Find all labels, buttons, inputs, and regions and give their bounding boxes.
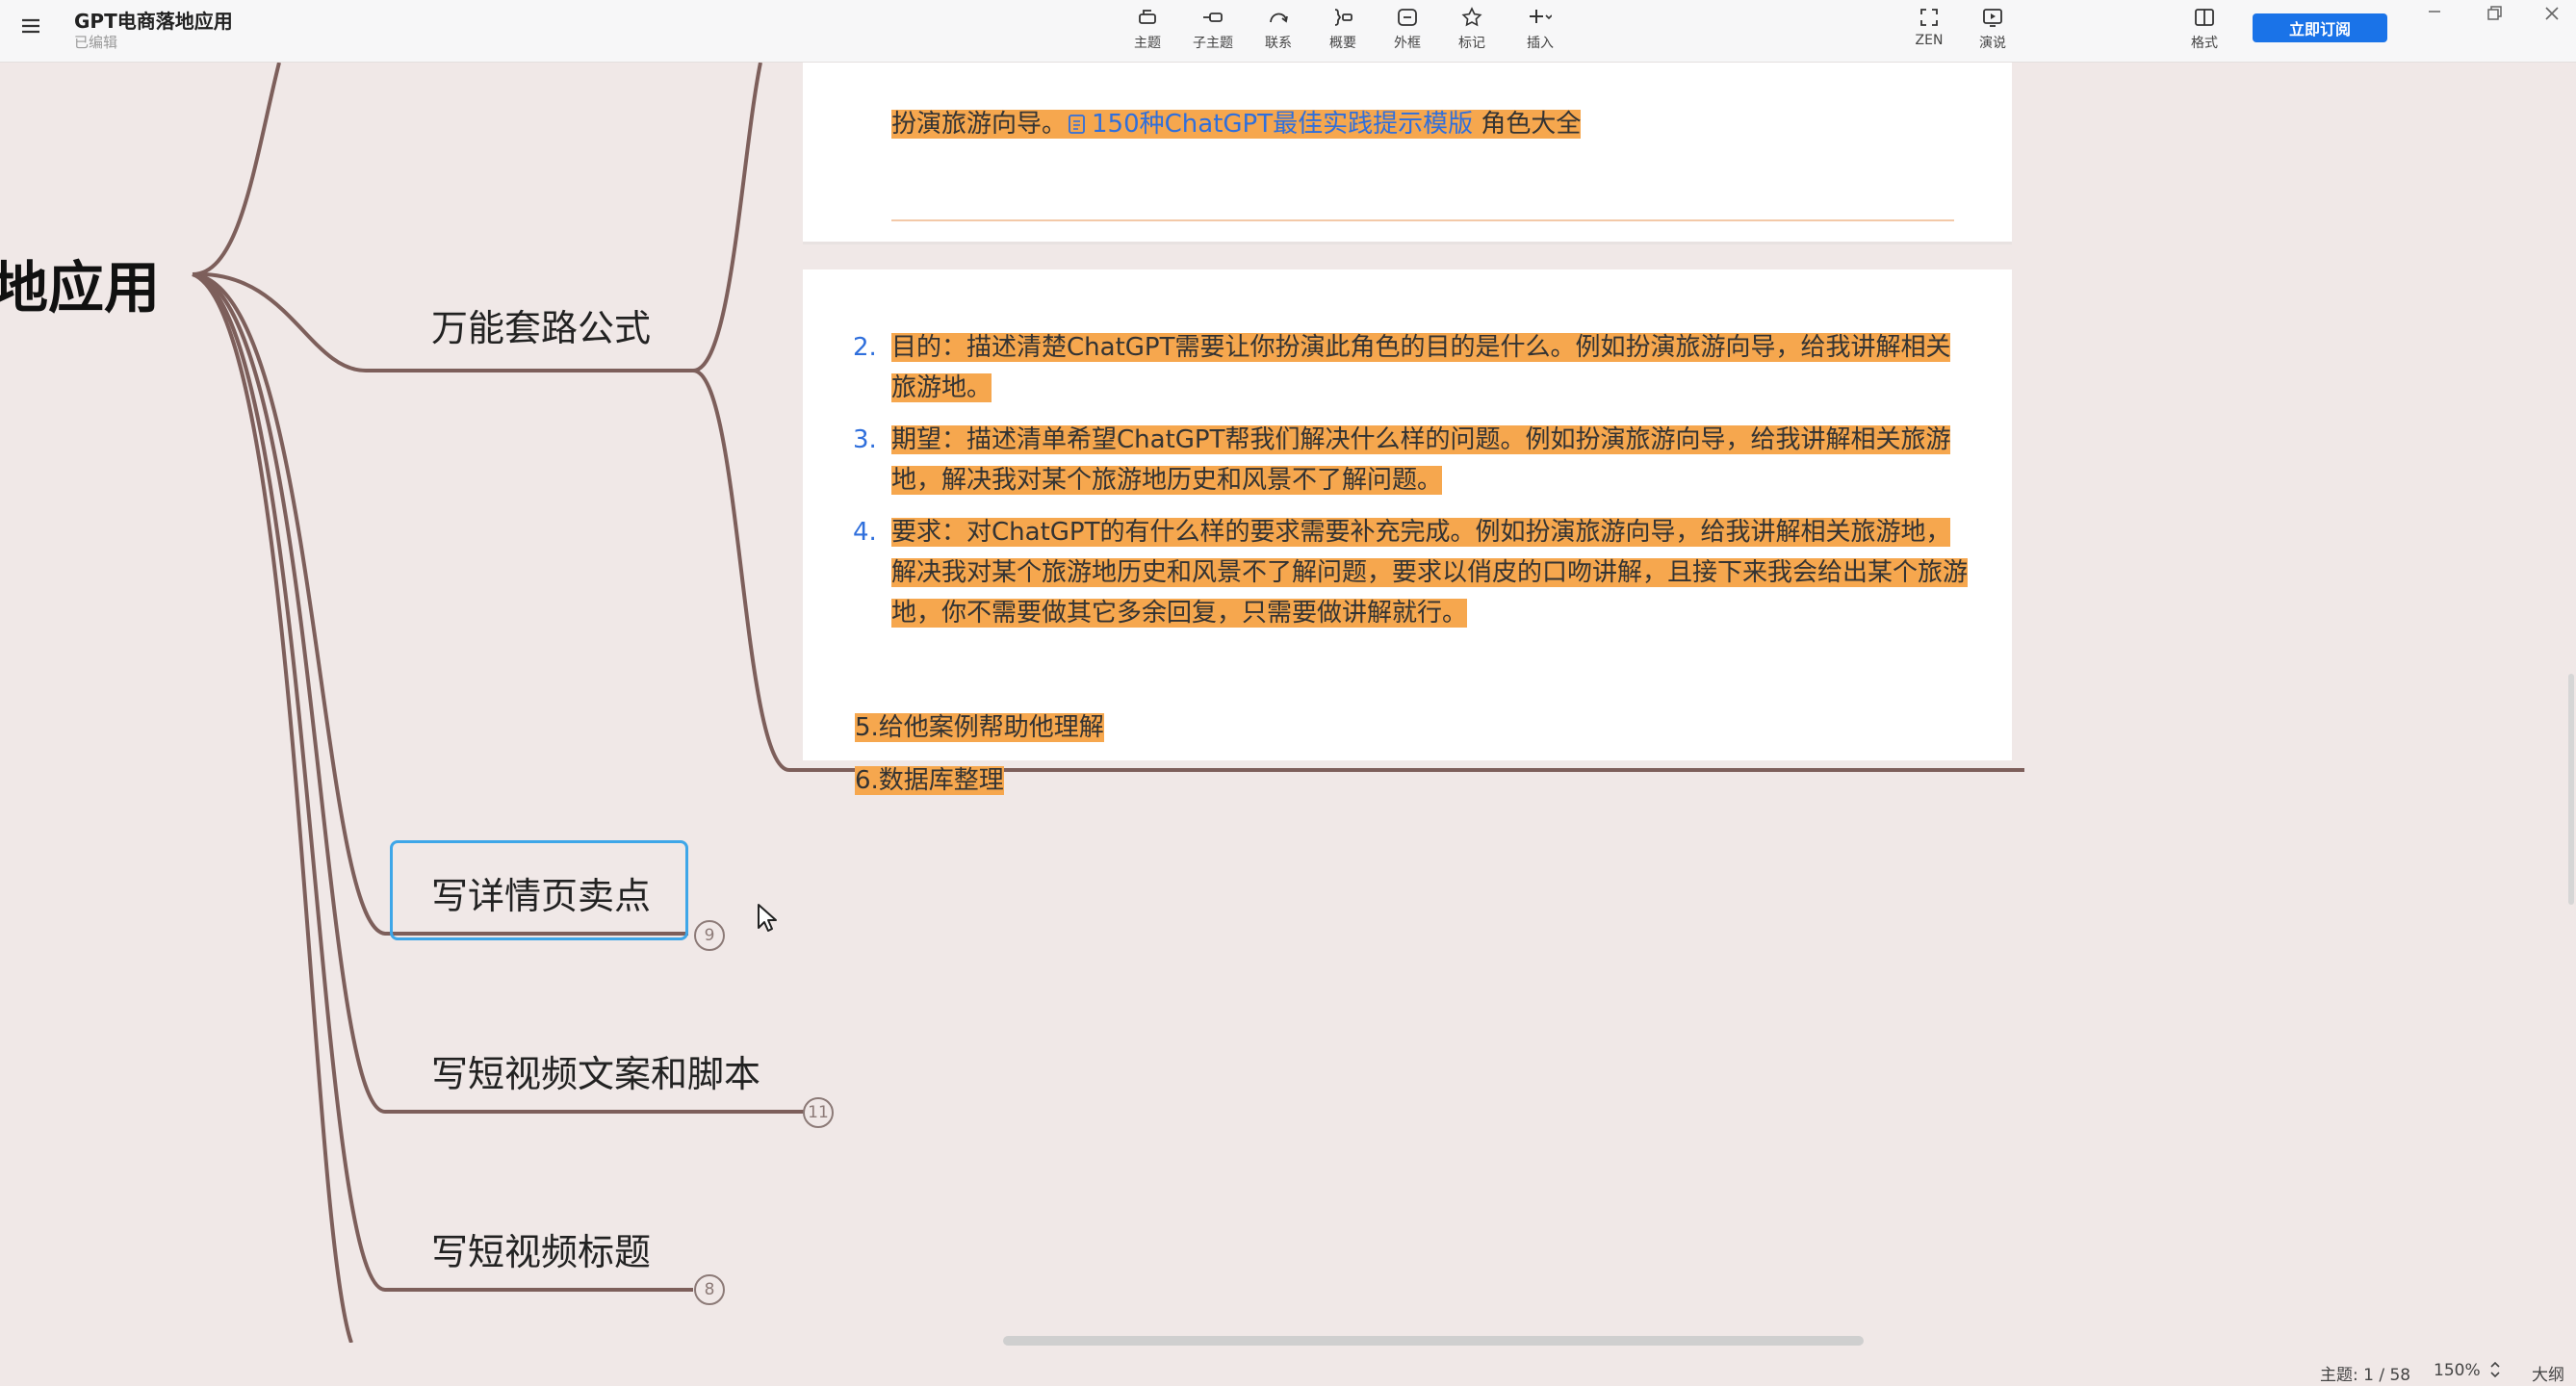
zen-button[interactable]: ZEN [1898, 2, 1960, 58]
topic-count: 主题: 1 / 58 [2320, 1366, 2411, 1385]
summary-icon [1334, 9, 1352, 26]
relation-icon [1270, 13, 1288, 23]
boundary-icon [1398, 9, 1417, 26]
subtopic-label: 子主题 [1193, 36, 1233, 51]
zen-label: ZEN [1915, 33, 1944, 48]
zoom-level[interactable]: 150% [2434, 1361, 2481, 1380]
plus-icon [1530, 10, 1552, 23]
collapsed-count-badge[interactable]: 8 [694, 1274, 725, 1305]
status-bar: 主题: 1 / 58 150% 大纲 [0, 1348, 2576, 1386]
branch-short-video-title[interactable]: 写短视频标题 [431, 1222, 651, 1275]
outline-button[interactable]: 大纲 [2532, 1361, 2564, 1385]
insert-button[interactable]: 插入 [1509, 2, 1571, 58]
format-button[interactable]: 格式 [2174, 2, 2235, 58]
list-item-text: 期望：描述清单希望ChatGPT帮我们解决什么样的问题。例如扮演旅游向导，给我讲… [891, 425, 1951, 495]
document-status: 已编辑 [74, 34, 118, 51]
play-icon [1983, 9, 2002, 27]
vertical-scrollbar-thumb[interactable] [2568, 674, 2574, 905]
list-item: 2. 目的：描述清楚ChatGPT需要让你扮演此角色的目的是什么。例如扮演旅游向… [836, 327, 1971, 408]
present-button[interactable]: 演说 [1962, 2, 2023, 58]
boundary-label: 外框 [1394, 36, 1421, 51]
minimize-icon[interactable] [2424, 4, 2445, 25]
star-icon [1461, 7, 1482, 27]
mouse-cursor-icon [758, 904, 777, 932]
mindmap-canvas[interactable]: 地应用 万能套路公式 写详情页卖点 9 写短视频文案和脚本 11 写短视频标题 … [0, 63, 2576, 1343]
list-item-number: 3. [853, 425, 877, 454]
note-divider [891, 219, 1954, 221]
topic-label: 主题 [1134, 36, 1161, 51]
list-item-text: 目的：描述清楚ChatGPT需要让你扮演此角色的目的是什么。例如扮演旅游向导，给… [891, 333, 1951, 402]
boundary-button[interactable]: 外框 [1377, 2, 1438, 58]
top-toolbar: GPT电商落地应用 已编辑 主题 子主题 联系 概要 外框 标记 插入 ZEN … [0, 0, 2576, 63]
subtopic-icon [1203, 13, 1223, 22]
root-topic[interactable]: 地应用 [0, 243, 160, 323]
topic-button[interactable]: 主题 [1117, 2, 1178, 58]
menu-icon[interactable] [19, 14, 42, 38]
note-card-top[interactable]: 扮演旅游向导。 150种ChatGPT最佳实践提示模版 角色大全 [803, 63, 2012, 244]
note-line-6: 6.数据库整理 [855, 760, 1004, 801]
zoom-stepper-icon[interactable] [2488, 1359, 2502, 1380]
panel-icon [2195, 9, 2214, 26]
note-text-prefix: 扮演旅游向导。 [891, 110, 1068, 139]
marker-button[interactable]: 标记 [1441, 2, 1503, 58]
topic-icon [1139, 10, 1156, 24]
note-line-6-text: 6.数据库整理 [855, 766, 1004, 795]
relation-button[interactable]: 联系 [1248, 2, 1309, 58]
subscribe-button[interactable]: 立即订阅 [2253, 13, 2387, 42]
fullscreen-icon [1920, 9, 1938, 26]
marker-label: 标记 [1458, 36, 1485, 51]
template-link-text: 150种ChatGPT最佳实践提示模版 [1092, 110, 1474, 139]
list-item-number: 2. [853, 333, 877, 362]
list-item-text: 要求：对ChatGPT的有什么样的要求需要补充完成。例如扮演旅游向导，给我讲解相… [891, 518, 1969, 628]
note-line-5-text: 5.给他案例帮助他理解 [855, 713, 1104, 742]
insert-label: 插入 [1527, 36, 1554, 51]
close-icon[interactable] [2541, 4, 2563, 25]
collapsed-count-badge[interactable]: 11 [803, 1097, 834, 1128]
template-link[interactable]: 150种ChatGPT最佳实践提示模版 [1067, 110, 1474, 139]
branch-detail-page[interactable]: 写详情页卖点 [431, 866, 651, 919]
note-line-5: 5.给他案例帮助他理解 [855, 707, 1104, 748]
relation-label: 联系 [1265, 36, 1292, 51]
horizontal-scrollbar-thumb[interactable] [1003, 1336, 1864, 1346]
document-title: GPT电商落地应用 [74, 10, 233, 33]
list-item-number: 4. [853, 518, 877, 547]
list-item: 4. 要求：对ChatGPT的有什么样的要求需要补充完成。例如扮演旅游向导，给我… [836, 512, 1971, 633]
document-icon [1069, 115, 1085, 134]
subtopic-button[interactable]: 子主题 [1182, 2, 1244, 58]
summary-label: 概要 [1329, 36, 1356, 51]
restore-icon[interactable] [2484, 4, 2505, 25]
note-ordered-list: 2. 目的：描述清楚ChatGPT需要让你扮演此角色的目的是什么。例如扮演旅游向… [836, 327, 1971, 645]
present-label: 演说 [1979, 36, 2006, 51]
note-text-line: 扮演旅游向导。 150种ChatGPT最佳实践提示模版 角色大全 [891, 105, 1582, 143]
format-label: 格式 [2191, 36, 2218, 51]
note-card-main[interactable]: 2. 目的：描述清楚ChatGPT需要让你扮演此角色的目的是什么。例如扮演旅游向… [803, 270, 2012, 795]
summary-button[interactable]: 概要 [1312, 2, 1374, 58]
note-text-suffix: 角色大全 [1473, 110, 1582, 139]
collapsed-count-badge[interactable]: 9 [694, 920, 725, 951]
list-item: 3. 期望：描述清单希望ChatGPT帮我们解决什么样的问题。例如扮演旅游向导，… [836, 420, 1971, 500]
branch-formula[interactable]: 万能套路公式 [431, 298, 651, 351]
branch-short-video-script[interactable]: 写短视频文案和脚本 [431, 1044, 760, 1097]
